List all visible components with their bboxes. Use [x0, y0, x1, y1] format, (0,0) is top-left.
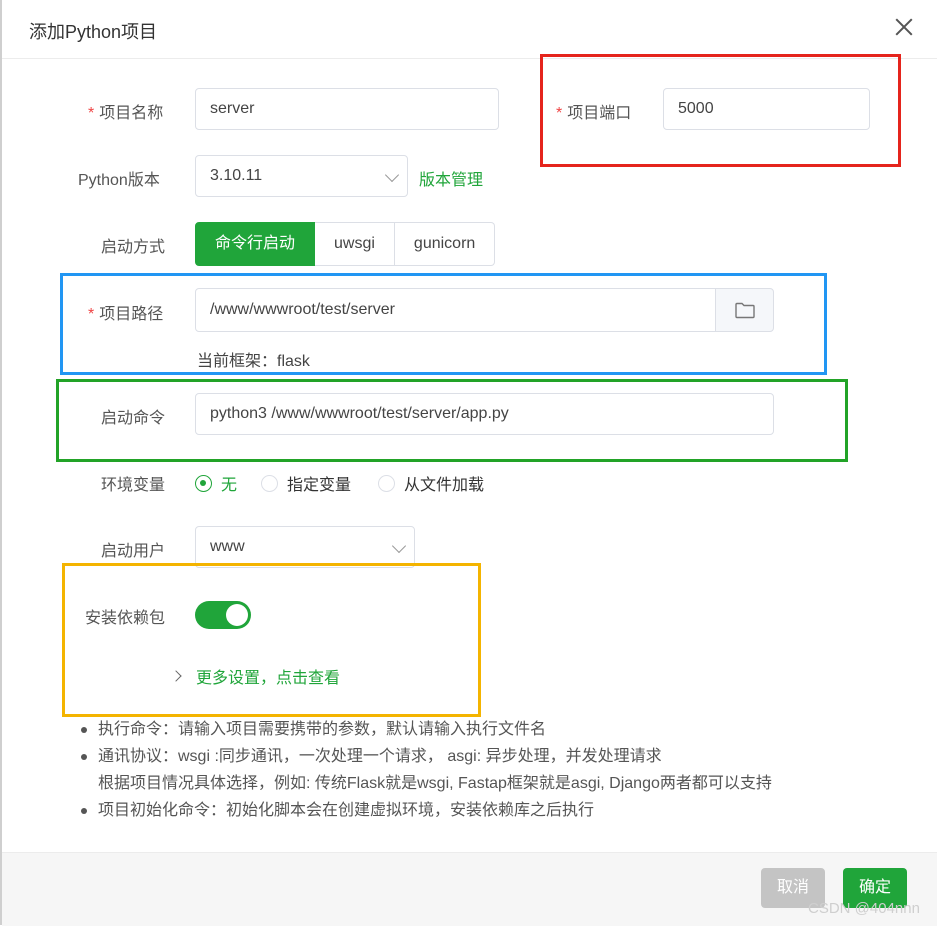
version-manage-link[interactable]: 版本管理 [419, 166, 483, 190]
python-version-value: 3.10.11 [210, 167, 263, 184]
highlight-box-port [540, 54, 901, 167]
chevron-down-icon [384, 167, 400, 183]
python-version-label: Python版本 [78, 172, 160, 189]
run-user-select[interactable]: www [195, 526, 415, 568]
highlight-box-path [60, 273, 827, 375]
radio-checked-icon [195, 474, 212, 492]
env-vars-none-radio[interactable]: 无 [195, 471, 237, 495]
tip-text: 通讯协议：wsgi :同步通讯，一次处理一个请求， asgi: 异步处理，并发处… [98, 748, 662, 765]
watermark: CSDN @404nnn [808, 900, 920, 917]
start-mode-segmented: 命令行启动 uwsgi gunicorn [195, 222, 496, 266]
bullet-icon [81, 727, 87, 733]
help-tips: 执行命令：请输入项目需要携带的参数，默认请输入执行文件名 通讯协议：wsgi :… [76, 716, 772, 824]
env-vars-file-radio[interactable]: 从文件加载 [378, 471, 484, 495]
required-mark: * [88, 105, 95, 122]
python-version-select[interactable]: 3.10.11 [195, 155, 408, 197]
radio-unchecked-icon [378, 474, 395, 492]
bullet-icon [81, 754, 87, 760]
env-vars-specify-label: 指定变量 [287, 477, 352, 494]
add-python-project-dialog: 添加Python项目 * 项目名称 server * 项目端口 5000 Pytho… [2, 0, 937, 926]
tip-text: 项目初始化命令：初始化脚本会在创建虚拟环境，安装依赖库之后执行 [98, 802, 595, 819]
highlight-box-command [56, 379, 848, 462]
tip-item: 通讯协议：wsgi :同步通讯，一次处理一个请求， asgi: 异步处理，并发处… [76, 743, 772, 770]
project-name-input[interactable]: server [195, 88, 499, 130]
close-icon[interactable] [891, 14, 917, 40]
start-mode-label: 启动方式 [101, 239, 166, 256]
tip-item: 执行命令：请输入项目需要携带的参数，默认请输入执行文件名 [76, 716, 772, 743]
chevron-down-icon [391, 538, 407, 554]
highlight-box-deps [62, 563, 481, 717]
tip-text: 根据项目情况具体选择，例如: 传统Flask就是wsgi, Fastap框架就是… [98, 775, 772, 792]
env-vars-specify-radio[interactable]: 指定变量 [261, 471, 351, 495]
run-user-label: 启动用户 [101, 543, 166, 560]
env-vars-label: 环境变量 [101, 477, 166, 494]
radio-unchecked-icon [261, 474, 278, 492]
env-vars-file-label: 从文件加载 [404, 477, 485, 494]
start-mode-uwsgi[interactable]: uwsgi [315, 222, 395, 266]
run-user-value: www [210, 538, 245, 555]
env-vars-none-label: 无 [221, 477, 238, 494]
start-mode-gunicorn[interactable]: gunicorn [394, 222, 496, 266]
start-mode-cli[interactable]: 命令行启动 [195, 222, 316, 266]
dialog-title: 添加Python项目 [29, 22, 158, 42]
bullet-icon [81, 808, 87, 814]
tip-item-continued: 根据项目情况具体选择，例如: 传统Flask就是wsgi, Fastap框架就是… [76, 770, 772, 797]
project-name-label-text: 项目名称 [99, 105, 164, 122]
tip-text: 执行命令：请输入项目需要携带的参数，默认请输入执行文件名 [98, 721, 547, 738]
project-name-label: * 项目名称 [88, 99, 163, 123]
tip-item: 项目初始化命令：初始化脚本会在创建虚拟环境，安装依赖库之后执行 [76, 797, 772, 824]
dialog-header: 添加Python项目 [2, 0, 937, 59]
